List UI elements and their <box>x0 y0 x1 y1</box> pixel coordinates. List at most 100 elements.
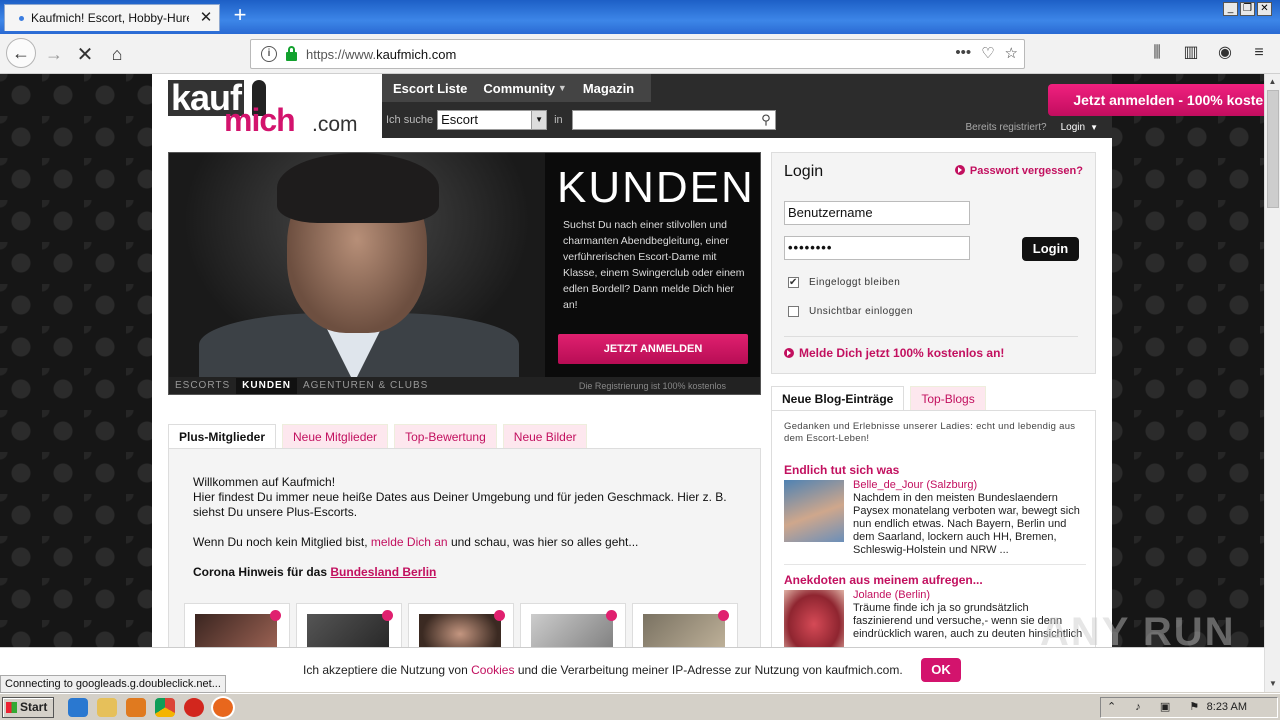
checkbox-icon[interactable] <box>788 306 799 317</box>
plus-badge-icon <box>382 610 393 621</box>
start-button[interactable]: Start <box>2 697 54 718</box>
plus-badge-icon <box>494 610 505 621</box>
restore-button[interactable]: ❐ <box>1240 2 1255 16</box>
tab-neue-bilder[interactable]: Neue Bilder <box>502 424 588 448</box>
url-text[interactable]: https://www.kaufmich.com <box>306 47 456 62</box>
account-icon[interactable]: ◉ <box>1214 40 1236 66</box>
chrome-icon[interactable] <box>155 698 175 717</box>
bookmark-star-icon[interactable]: ☆ <box>1005 44 1018 62</box>
remember-me-checkbox[interactable]: ✔ Eingeloggt bleiben <box>788 277 900 288</box>
login-button[interactable]: Login <box>1022 237 1079 261</box>
blog-entry-thumbnail[interactable] <box>784 480 844 542</box>
signup-button[interactable]: Jetzt anmelden - 100% kostenlos! <box>1048 84 1264 116</box>
back-button[interactable]: ← <box>6 38 36 68</box>
plus-badge-icon <box>718 610 729 621</box>
site-logo[interactable]: kauf mich .com <box>168 80 368 138</box>
home-button[interactable]: ⌂ <box>103 40 131 68</box>
stop-loading-button[interactable]: ✕ <box>71 40 99 68</box>
photo-hair <box>277 153 439 223</box>
new-tab-button[interactable]: + <box>228 4 252 28</box>
hero-tabs: ESCORTS KUNDEN AGENTUREN & CLUBS Die Reg… <box>169 377 760 394</box>
scrollbar-thumb[interactable] <box>1267 90 1279 208</box>
header-login-link[interactable]: Login <box>1061 122 1085 133</box>
search-icon[interactable]: ⚲ <box>761 112 771 128</box>
tab-title: Kaufmich! Escort, Hobby-Huren, D <box>31 11 189 25</box>
pocket-icon[interactable]: ♡ <box>981 44 994 62</box>
blog-entry-thumbnail[interactable] <box>784 590 844 652</box>
username-input[interactable]: Benutzername <box>784 201 970 225</box>
lock-icon <box>286 45 297 61</box>
forgot-password-link[interactable]: Passwort vergessen? <box>954 164 1083 177</box>
close-window-button[interactable]: ✕ <box>1257 2 1272 16</box>
browser-tab-active[interactable]: Kaufmich! Escort, Hobby-Huren, D ✕ <box>4 4 220 31</box>
hero-tab-kunden[interactable]: KUNDEN <box>236 378 297 394</box>
checkbox-checked-icon[interactable]: ✔ <box>788 277 799 288</box>
hero-note: Die Registrierung ist 100% kostenlos <box>578 381 726 391</box>
nav-community[interactable]: Community <box>483 81 555 96</box>
corona-text: Corona Hinweis für das <box>193 565 328 579</box>
tab-neue-mitglieder[interactable]: Neue Mitglieder <box>282 424 389 448</box>
window-controls: _ ❐ ✕ <box>1223 2 1272 16</box>
hero-photo <box>169 153 545 393</box>
tab-top-blogs[interactable]: Top-Blogs <box>910 386 986 410</box>
cookies-link[interactable]: Cookies <box>471 663 514 677</box>
blog-entry-title[interactable]: Anekdoten aus meinem aufregen... <box>784 573 1084 587</box>
page-actions-icon[interactable]: ••• <box>955 44 971 62</box>
blog-entry: Anekdoten aus meinem aufregen... Jolande… <box>784 573 1084 652</box>
hero-tab-escorts[interactable]: ESCORTS <box>169 378 236 394</box>
hero-title: KUNDEN <box>557 163 755 212</box>
close-tab-icon[interactable]: ✕ <box>198 10 214 26</box>
blog-entry: Endlich tut sich was Belle_de_Jour (Salz… <box>784 463 1084 556</box>
address-bar[interactable]: i https://www.kaufmich.com ••• ♡ ☆ <box>250 39 1025 69</box>
chevron-down-icon[interactable]: ▼ <box>558 83 567 93</box>
menu-icon[interactable]: ≡ <box>1248 40 1270 66</box>
invisible-login-checkbox[interactable]: Unsichtbar einloggen <box>788 306 913 317</box>
quick-launch <box>68 696 235 719</box>
signup-link[interactable]: melde Dich an <box>371 535 448 549</box>
media-player-icon[interactable] <box>126 698 146 717</box>
blog-entry-title[interactable]: Endlich tut sich was <box>784 463 1084 477</box>
divider <box>784 564 1086 565</box>
blog-entry-author[interactable]: Jolande (Berlin) <box>853 589 930 601</box>
taskbar-clock[interactable]: 8:23 AM <box>1207 698 1247 717</box>
corona-link[interactable]: Bundesland Berlin <box>330 565 436 579</box>
welcome-text: Willkommen auf Kaufmich! Hier findest Du… <box>193 475 727 519</box>
register-free-link[interactable]: Melde Dich jetzt 100% kostenlos an! <box>784 346 1004 360</box>
nav-escort-liste[interactable]: Escort Liste <box>393 81 467 96</box>
dropdown-arrow-icon[interactable]: ▼ <box>531 111 547 129</box>
invisible-login-label: Unsichtbar einloggen <box>809 306 913 317</box>
arrow-bullet-icon <box>954 165 965 175</box>
minimize-button[interactable]: _ <box>1223 2 1238 16</box>
scroll-down-icon[interactable]: ▼ <box>1265 676 1280 692</box>
blog-entry-author[interactable]: Belle_de_Jour (Salzburg) <box>853 479 977 491</box>
hero-signup-button[interactable]: JETZT ANMELDEN <box>558 334 748 364</box>
search-location-input[interactable]: ⚲ <box>571 110 776 130</box>
logo-part-2: mich <box>224 102 296 138</box>
browser-titlebar: Kaufmich! Escort, Hobby-Huren, D ✕ + _ ❐… <box>0 0 1280 34</box>
tab-plus-mitglieder[interactable]: Plus-Mitglieder <box>168 424 277 448</box>
firefox-icon[interactable] <box>211 696 235 719</box>
join-text-before: Wenn Du noch kein Mitglied bist, <box>193 535 368 549</box>
hero-tab-agenturen[interactable]: AGENTUREN & CLUBS <box>297 378 434 394</box>
info-icon[interactable]: i <box>261 46 277 62</box>
vertical-scrollbar[interactable]: ▲ ▼ <box>1264 74 1280 692</box>
toolbar-icons: ⫼ ▥ ◉ ≡ <box>1146 40 1280 66</box>
search-category-select[interactable]: Escort ▼ <box>437 110 548 130</box>
sidebar-icon[interactable]: ▥ <box>1180 40 1202 66</box>
search-category-value: Escort <box>441 112 478 127</box>
opera-icon[interactable] <box>184 698 204 717</box>
tab-top-bewertung[interactable]: Top-Bewertung <box>394 424 497 448</box>
nav-magazin[interactable]: Magazin <box>583 81 634 96</box>
scroll-up-icon[interactable]: ▲ <box>1265 74 1280 90</box>
password-input[interactable]: •••••••• <box>784 236 970 260</box>
join-paragraph: Wenn Du noch kein Mitglied bist, melde D… <box>193 535 638 549</box>
url-domain: kaufmich.com <box>376 46 457 62</box>
login-chevron-icon[interactable]: ▼ <box>1090 123 1098 132</box>
cookie-ok-button[interactable]: OK <box>921 658 961 682</box>
forward-button[interactable]: → <box>40 40 68 68</box>
member-tabs: Plus-Mitglieder Neue Mitglieder Top-Bewe… <box>168 424 588 448</box>
tab-new-blog-entries[interactable]: Neue Blog-Einträge <box>771 386 905 410</box>
explorer-icon[interactable] <box>97 698 117 717</box>
ie-icon[interactable] <box>68 698 88 717</box>
library-icon[interactable]: ⫼ <box>1146 40 1168 66</box>
